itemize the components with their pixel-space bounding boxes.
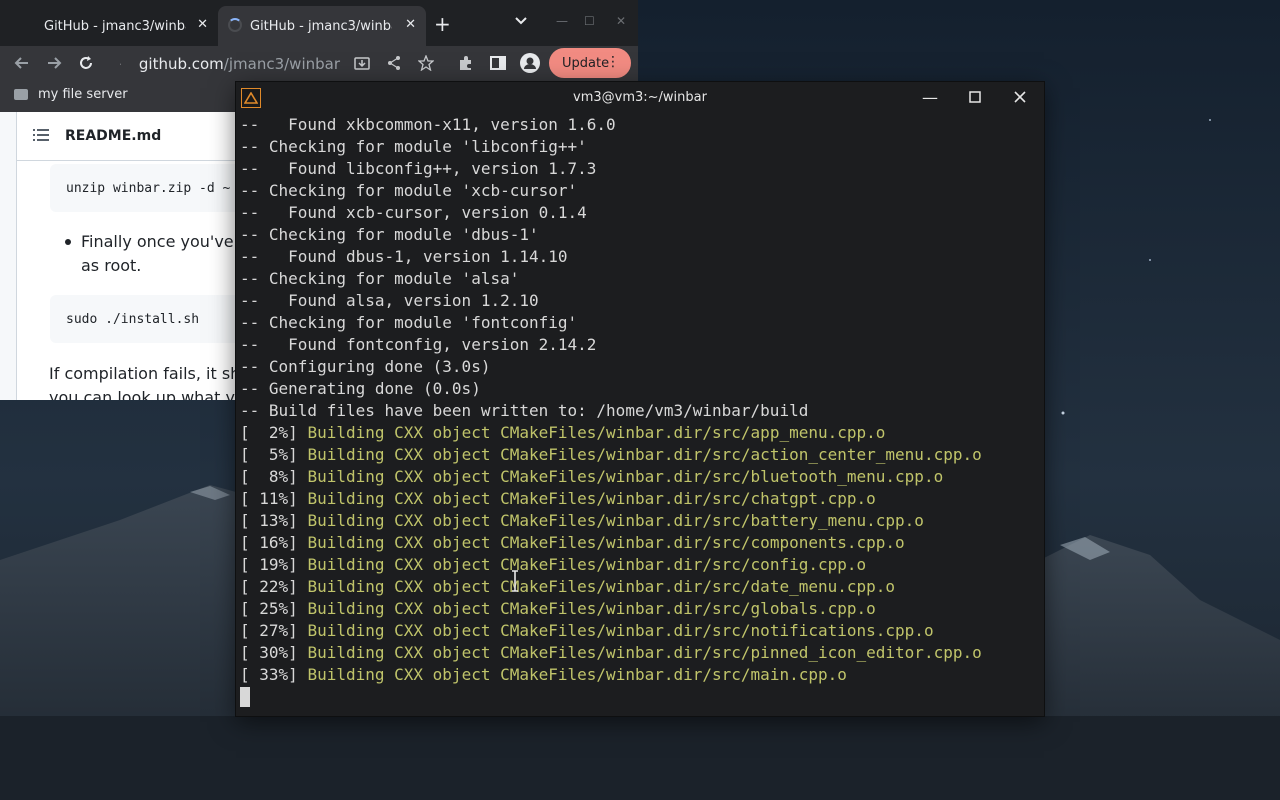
- build-message: Building CXX object CMakeFiles/winbar.di…: [307, 577, 896, 596]
- build-message: Building CXX object CMakeFiles/winbar.di…: [307, 621, 934, 640]
- terminal-line: -- Found libconfig++, version 1.7.3: [240, 159, 597, 178]
- terminal-line: [ 2%] Building CXX object CMakeFiles/win…: [240, 422, 1040, 444]
- new-tab-icon[interactable]: +: [434, 12, 451, 36]
- terminal-line: -- Checking for module 'dbus-1': [240, 225, 539, 244]
- loading-spinner-icon: [228, 18, 242, 32]
- forward-icon[interactable]: [46, 55, 62, 71]
- menu-dots-icon[interactable]: ⋮: [606, 54, 620, 70]
- terminal-line: -- Found xcb-cursor, version 0.1.4: [240, 203, 587, 222]
- terminal-line: -- Found alsa, version 1.2.10: [240, 291, 539, 310]
- terminal-line: [ 8%] Building CXX object CMakeFiles/win…: [240, 466, 1040, 488]
- build-progress: [ 30%]: [240, 643, 308, 662]
- extensions-icon[interactable]: [458, 55, 474, 71]
- readme-title[interactable]: README.md: [65, 128, 161, 144]
- terminal-line: -- Configuring done (3.0s): [240, 357, 491, 376]
- terminal-cursor: [240, 687, 250, 707]
- tab-strip: GitHub - jmanc3/winbar: A ✕ GitHub - jma…: [0, 0, 638, 46]
- build-progress: [ 5%]: [240, 445, 308, 464]
- bookmark-my-file-server[interactable]: my file server: [14, 87, 128, 102]
- terminal-line: [ 5%] Building CXX object CMakeFiles/win…: [240, 444, 1040, 466]
- chevron-down-icon[interactable]: [514, 14, 528, 28]
- update-button[interactable]: Update ⋮: [549, 48, 631, 78]
- tab-title: GitHub - jmanc3/winbar: A: [44, 18, 186, 34]
- close-icon[interactable]: ✕: [197, 17, 208, 32]
- url-path: /jmanc3/winbar: [223, 55, 340, 73]
- build-message: Building CXX object CMakeFiles/winbar.di…: [307, 511, 924, 530]
- build-progress: [ 8%]: [240, 467, 308, 486]
- url-host: github.com: [138, 55, 224, 73]
- close-window-icon[interactable]: ✕: [616, 14, 626, 28]
- build-message: Building CXX object CMakeFiles/winbar.di…: [307, 555, 867, 574]
- close-icon[interactable]: [1014, 91, 1026, 103]
- terminal-line: -- Checking for module 'libconfig++': [240, 137, 587, 156]
- bookmark-star-icon[interactable]: [418, 55, 434, 71]
- maximize-icon[interactable]: ☐: [584, 14, 595, 28]
- update-label: Update: [562, 55, 610, 71]
- build-message: Building CXX object CMakeFiles/winbar.di…: [307, 445, 982, 464]
- side-panel-icon[interactable]: [490, 55, 506, 71]
- terminal-line: -- Checking for module 'xcb-cursor': [240, 181, 578, 200]
- build-progress: [ 22%]: [240, 577, 308, 596]
- terminal-line: -- Checking for module 'alsa': [240, 269, 520, 288]
- code-text: sudo ./install.sh: [66, 311, 200, 327]
- terminal-line: -- Generating done (0.0s): [240, 379, 481, 398]
- close-icon[interactable]: ✕: [405, 17, 416, 32]
- folder-icon: [14, 89, 28, 100]
- install-icon[interactable]: [354, 55, 370, 71]
- terminal-output[interactable]: -- Found xkbcommon-x11, version 1.6.0 -- …: [240, 114, 1040, 710]
- minimize-icon[interactable]: —: [922, 88, 938, 107]
- build-progress: [ 25%]: [240, 599, 308, 618]
- build-message: Building CXX object CMakeFiles/winbar.di…: [307, 489, 876, 508]
- terminal-line: -- Found xkbcommon-x11, version 1.6.0: [240, 115, 616, 134]
- reload-icon[interactable]: [78, 55, 94, 71]
- terminal-line: [ 27%] Building CXX object CMakeFiles/wi…: [240, 620, 1040, 642]
- build-message: Building CXX object CMakeFiles/winbar.di…: [307, 665, 847, 684]
- terminal-line: -- Build files have been written to: /ho…: [240, 401, 809, 420]
- back-icon[interactable]: [14, 55, 30, 71]
- build-progress: [ 2%]: [240, 423, 308, 442]
- browser-tab-1[interactable]: GitHub - jmanc3/winbar: A ✕: [0, 6, 218, 46]
- build-progress: [ 19%]: [240, 555, 308, 574]
- terminal-line: [ 22%] Building CXX object CMakeFiles/wi…: [240, 576, 1040, 598]
- terminal-line: [ 11%] Building CXX object CMakeFiles/wi…: [240, 488, 1040, 510]
- bookmark-label: my file server: [38, 87, 128, 102]
- build-message: Building CXX object CMakeFiles/winbar.di…: [307, 533, 905, 552]
- lock-icon: [120, 63, 121, 65]
- tab-title: GitHub - jmanc3/winbar: A: [250, 18, 392, 34]
- terminal-line: -- Checking for module 'fontconfig': [240, 313, 578, 332]
- terminal-line: [ 33%] Building CXX object CMakeFiles/wi…: [240, 664, 1040, 686]
- text-cursor-icon: [512, 570, 518, 592]
- terminal-line: -- Found dbus-1, version 1.14.10: [240, 247, 568, 266]
- build-progress: [ 11%]: [240, 489, 308, 508]
- build-message: Building CXX object CMakeFiles/winbar.di…: [307, 643, 982, 662]
- terminal-line: [ 30%] Building CXX object CMakeFiles/wi…: [240, 642, 1040, 664]
- profile-avatar-icon[interactable]: [520, 53, 540, 73]
- terminal-line: [ 13%] Building CXX object CMakeFiles/wi…: [240, 510, 1040, 532]
- terminal-line: [ 19%] Building CXX object CMakeFiles/wi…: [240, 554, 1040, 576]
- build-message: Building CXX object CMakeFiles/winbar.di…: [307, 467, 944, 486]
- maximize-icon[interactable]: [969, 91, 981, 103]
- terminal-line: [ 16%] Building CXX object CMakeFiles/wi…: [240, 532, 1040, 554]
- terminal-window: vm3@vm3:~/winbar — -- Found xkbcommon-x1…: [236, 82, 1044, 716]
- browser-toolbar: github.com/jmanc3/winbar Update ⋮: [0, 46, 638, 82]
- address-bar[interactable]: github.com/jmanc3/winbar: [112, 49, 340, 79]
- terminal-titlebar[interactable]: vm3@vm3:~/winbar —: [236, 82, 1044, 114]
- terminal-line: -- Found fontconfig, version 2.14.2: [240, 335, 597, 354]
- build-message: Building CXX object CMakeFiles/winbar.di…: [307, 599, 876, 618]
- build-message: Building CXX object CMakeFiles/winbar.di…: [307, 423, 886, 442]
- build-progress: [ 16%]: [240, 533, 308, 552]
- code-text: unzip winbar.zip -d ~: [66, 180, 231, 196]
- list-icon[interactable]: [33, 128, 49, 142]
- share-icon[interactable]: [386, 55, 402, 71]
- build-progress: [ 27%]: [240, 621, 308, 640]
- browser-tab-2[interactable]: GitHub - jmanc3/winbar: A ✕: [218, 6, 426, 46]
- build-progress: [ 33%]: [240, 665, 308, 684]
- build-progress: [ 13%]: [240, 511, 308, 530]
- minimize-icon[interactable]: —: [556, 14, 568, 28]
- terminal-line: [ 25%] Building CXX object CMakeFiles/wi…: [240, 598, 1040, 620]
